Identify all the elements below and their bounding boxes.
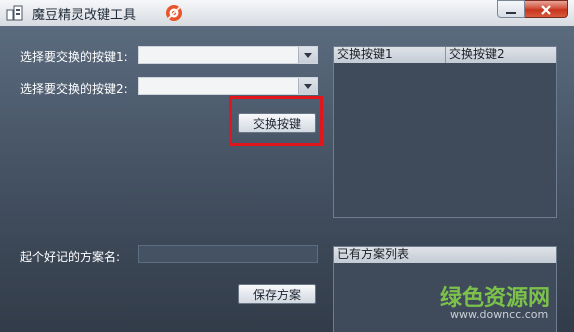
scheme-name-input[interactable] [138,245,318,263]
title-bar: 魔豆精灵改键工具 [0,0,574,26]
column-header-key1[interactable]: 交换按键1 [334,47,446,63]
close-icon [540,0,552,19]
save-scheme-button[interactable]: 保存方案 [238,284,316,304]
dropdown-arrow-icon[interactable] [298,47,317,63]
key1-label: 选择要交换的按键1: [20,50,128,64]
app-window: 魔豆精灵改键工具 选择要交换的按键1: 选择要交换的按键2: 交换按键 起个好记… [0,0,574,332]
window-title: 魔豆精灵改键工具 [32,8,137,23]
app-icon [6,4,24,22]
key2-label: 选择要交换的按键2: [20,82,128,96]
swap-keys-button[interactable]: 交换按键 [238,113,316,133]
key1-combo[interactable] [138,46,318,64]
key2-combo[interactable] [138,77,318,95]
help-icon[interactable] [165,4,183,22]
close-button[interactable] [525,0,568,18]
scheme-list-title: 已有方案列表 [334,247,556,263]
swap-table-header: 交换按键1 交换按键2 [334,47,556,63]
minimize-button[interactable] [497,0,525,18]
window-controls [497,0,568,18]
scheme-name-label: 起个好记的方案名: [20,250,121,264]
scheme-list-header: 已有方案列表 [334,247,556,263]
watermark-url: www.downcc.com [450,308,549,321]
minimize-icon [506,0,516,19]
column-header-key2[interactable]: 交换按键2 [446,47,556,63]
dropdown-arrow-icon[interactable] [298,78,317,94]
swap-table: 交换按键1 交换按键2 [333,46,557,218]
main-content: 选择要交换的按键1: 选择要交换的按键2: 交换按键 起个好记的方案名: 保存方… [0,26,574,332]
